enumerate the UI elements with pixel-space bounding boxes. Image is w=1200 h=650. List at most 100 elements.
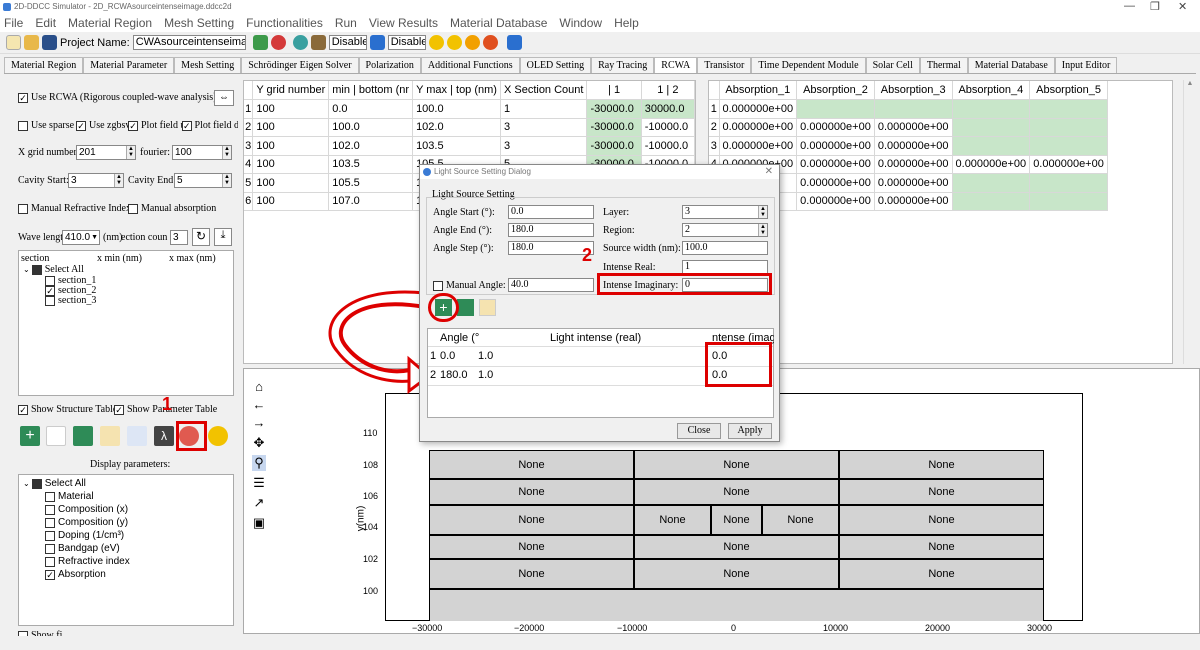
tab-input-editor[interactable]: Input Editor	[1054, 57, 1118, 73]
menu-edit[interactable]: Edit	[35, 16, 56, 30]
open-folder-icon[interactable]	[24, 35, 39, 50]
manual-angle-input[interactable]: 40.0	[508, 278, 594, 292]
tab-polarization[interactable]: Polarization	[358, 57, 421, 73]
lambda-icon[interactable]: λ	[154, 426, 174, 446]
tab-transistor[interactable]: Transistor	[697, 57, 752, 73]
save-icon[interactable]	[42, 35, 57, 50]
param-bandgap[interactable]: Bandgap (eV)	[45, 543, 120, 554]
menu-functionalities[interactable]: Functionalities	[246, 16, 323, 30]
manual-ri-checkbox[interactable]: Manual Refractive Index	[18, 203, 131, 214]
tab-additional-functions[interactable]: Additional Functions	[420, 57, 520, 73]
tab-oled-setting[interactable]: OLED Setting	[519, 57, 592, 73]
show-structure-checkbox[interactable]: ✓ Show Structure Table	[18, 404, 117, 415]
angle-end-input[interactable]: 180.0	[508, 223, 594, 237]
tab-rcwa[interactable]: RCWA	[654, 57, 698, 73]
table-row[interactable]: 1 0.000000e+00	[709, 99, 1108, 119]
tab-mesh-setting[interactable]: Mesh Setting	[174, 57, 242, 73]
refresh-icon[interactable]: ↻	[192, 228, 210, 246]
intense-real-cell[interactable]: 1.0	[478, 369, 493, 381]
play-step-icon[interactable]	[446, 35, 462, 50]
cavity-start-input[interactable]: 3 ▲ ▼	[68, 173, 124, 188]
menu-window[interactable]: Window	[559, 16, 602, 30]
tab-ray-tracing[interactable]: Ray Tracing	[591, 57, 655, 73]
menu-help[interactable]: Help	[614, 16, 639, 30]
tab-solar-cell[interactable]: Solar Cell	[865, 57, 920, 73]
angle-cell[interactable]: 0.0	[440, 350, 455, 362]
run-green-icon[interactable]	[252, 35, 268, 50]
menu-file[interactable]: File	[4, 16, 23, 30]
add-icon[interactable]: +	[20, 426, 40, 446]
table-row[interactable]: 3 0.000000e+00 0.000000e+00 0.000000e+00	[709, 136, 1108, 156]
zoom-icon[interactable]: ⚲	[252, 455, 266, 471]
tab-time-dependent[interactable]: Time Dependent Module	[751, 57, 866, 73]
maximize-icon[interactable]: ❐	[1150, 0, 1160, 13]
edit-axis-icon[interactable]: ↗	[252, 495, 266, 511]
list-icon[interactable]	[369, 35, 385, 50]
home-icon[interactable]: ⌂	[252, 379, 266, 394]
intense-imag-cell[interactable]: 0.0	[712, 369, 727, 381]
table-row[interactable]: 1 100 0.0 100.0 1 -30000.0 30000.0	[244, 99, 695, 119]
save-figure-icon[interactable]: ▣	[252, 515, 266, 531]
section-select-all[interactable]: ⌄ Select All	[23, 264, 84, 275]
param-composition-x[interactable]: Composition (x)	[45, 504, 128, 515]
tab-material-region[interactable]: Material Region	[4, 57, 84, 73]
section-item-3[interactable]: section_3	[45, 295, 96, 306]
menu-view-results[interactable]: View Results	[369, 16, 438, 30]
fourier-input[interactable]: 100 ▲ ▼	[172, 145, 232, 160]
clear-broom-icon[interactable]	[479, 299, 496, 316]
configure-subplots-icon[interactable]: ☰	[252, 475, 266, 491]
stop-icon[interactable]	[482, 35, 498, 50]
region-spinbox[interactable]: 2 ▲ ▼	[682, 223, 768, 237]
structure-icon[interactable]	[310, 35, 326, 50]
xgrid-input[interactable]: 201 ▲ ▼	[76, 145, 136, 160]
plot-field-u-checkbox[interactable]: ✓ Plot field u	[128, 120, 185, 131]
add-row-icon[interactable]: +	[435, 299, 452, 316]
manual-angle-checkbox[interactable]: Manual Angle:	[433, 280, 506, 291]
layer-spinbox[interactable]: 3 ▲ ▼	[682, 205, 768, 219]
download-icon[interactable]: ⤓	[214, 228, 232, 246]
angle-cell[interactable]: 180.0	[440, 369, 468, 381]
use-rcwa-checkbox[interactable]: ✓ Use RCWA (Rigorous coupled-wave analysi…	[18, 92, 217, 103]
tab-material-database[interactable]: Material Database	[967, 57, 1055, 73]
manual-abs-checkbox[interactable]: Manual absorption	[128, 203, 216, 214]
minimize-icon[interactable]: —	[1124, 0, 1135, 12]
plot-field-d-checkbox[interactable]: ✓ Plot field d	[182, 120, 238, 131]
source-width-input[interactable]: 100.0	[682, 241, 768, 255]
table-row[interactable]: 2 100 100.0 102.0 3 -30000.0 -10000.0	[244, 118, 695, 137]
sort-icon[interactable]	[127, 426, 147, 446]
tab-schrodinger[interactable]: Schrödinger Eigen Solver	[241, 57, 359, 73]
param-composition-y[interactable]: Composition (y)	[45, 517, 128, 528]
refresh-red-icon[interactable]	[270, 35, 286, 50]
menu-material-database[interactable]: Material Database	[450, 16, 547, 30]
play-icon[interactable]	[208, 426, 228, 446]
disabled-field-1[interactable]: Disabled	[328, 35, 367, 50]
param-refractive-index[interactable]: Refractive index	[45, 556, 130, 567]
dialog-close-icon[interactable]: ✕	[765, 165, 773, 179]
play-icon[interactable]	[428, 35, 444, 50]
menu-run[interactable]: Run	[335, 16, 357, 30]
forward-arrow-icon[interactable]: →	[252, 415, 266, 430]
vertical-scrollbar[interactable]: ▲	[1183, 80, 1196, 364]
toggle-panel-icon[interactable]: ⇔	[214, 90, 234, 106]
chart-icon[interactable]	[506, 35, 522, 50]
tab-material-parameter[interactable]: Material Parameter	[83, 57, 175, 73]
angle-start-input[interactable]: 0.0	[508, 205, 594, 219]
project-name-field[interactable]: CWAsourceintenseimage	[132, 35, 246, 50]
table-row[interactable]: 3 100 102.0 103.5 3 -30000.0 -10000.0	[244, 136, 695, 156]
edit-icon[interactable]	[46, 426, 66, 446]
intense-imag-cell[interactable]: 0.0	[712, 350, 727, 362]
cavity-end-input[interactable]: 5 ▲ ▼	[174, 173, 232, 188]
param-doping[interactable]: Doping (1/cm³)	[45, 530, 124, 541]
mesh-icon[interactable]	[292, 35, 308, 50]
close-icon[interactable]: ✕	[1178, 0, 1187, 13]
remove-row-icon[interactable]	[457, 299, 474, 316]
param-select-all[interactable]: ⌄ Select All	[23, 478, 86, 489]
use-zgbsv-checkbox[interactable]: ✓ Use zgbsv	[76, 120, 130, 131]
use-sparse-checkbox[interactable]: Use sparse	[18, 120, 74, 131]
light-source-icon[interactable]	[179, 426, 199, 446]
intense-imaginary-input[interactable]: 0	[682, 278, 768, 292]
menu-mesh-setting[interactable]: Mesh Setting	[164, 16, 234, 30]
play-all-icon[interactable]	[464, 35, 480, 50]
menu-material-region[interactable]: Material Region	[68, 16, 152, 30]
new-file-icon[interactable]	[6, 35, 21, 50]
